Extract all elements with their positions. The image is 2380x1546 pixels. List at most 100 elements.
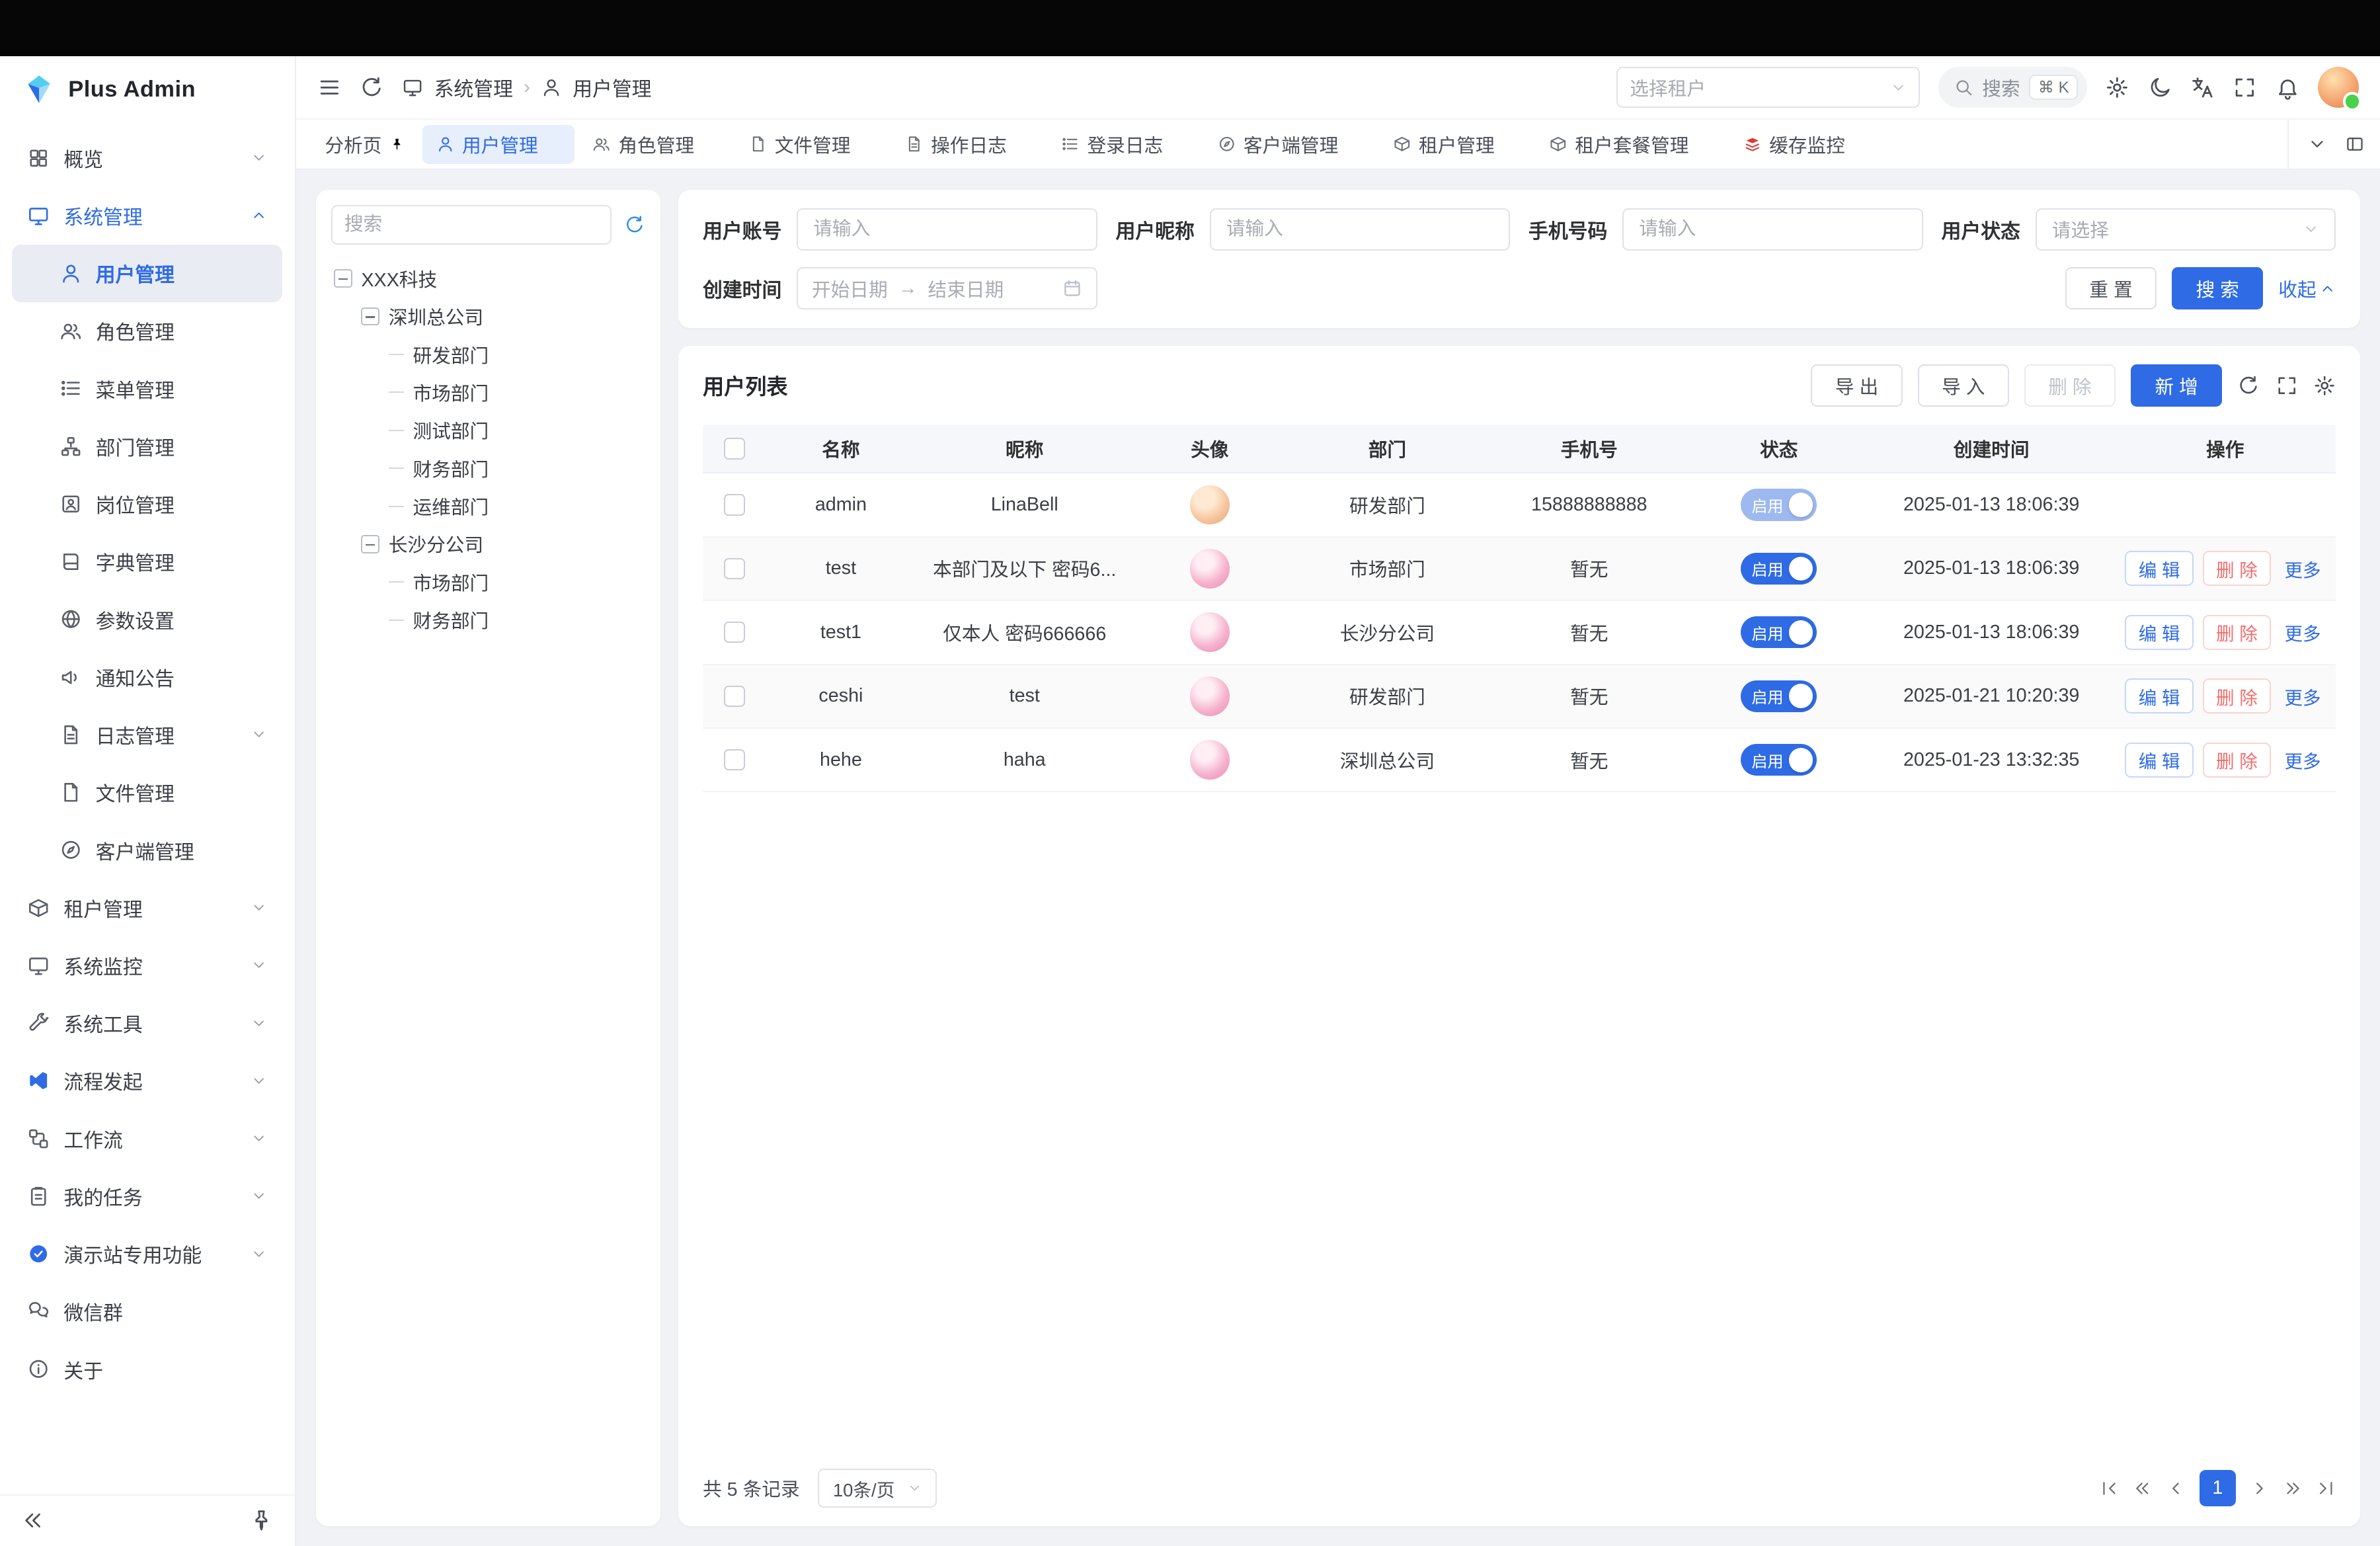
delete-button[interactable]: 删 除 — [2024, 364, 2116, 407]
status-toggle[interactable]: 启用 — [1741, 553, 1817, 585]
more-button[interactable]: 更多 — [2280, 551, 2325, 586]
close-icon[interactable] — [1502, 137, 1517, 152]
more-button[interactable]: 更多 — [2280, 678, 2325, 713]
tab-cache-monitor[interactable]: 缓存监控 — [1729, 125, 1882, 164]
close-icon[interactable] — [1346, 137, 1361, 152]
add-button[interactable]: 新 增 — [2131, 364, 2222, 407]
tree-node[interactable]: 市场部门 — [331, 563, 645, 601]
table-refresh-button[interactable] — [2237, 374, 2260, 397]
row-checkbox[interactable] — [724, 686, 745, 707]
notifications-button[interactable] — [2276, 75, 2300, 100]
global-search-button[interactable]: 搜索 ⌘ K — [1938, 67, 2087, 108]
close-icon[interactable] — [702, 137, 717, 152]
tab-analysis[interactable]: 分析页 — [311, 125, 418, 164]
tab-tenant-package-management[interactable]: 租户套餐管理 — [1536, 125, 1726, 164]
edit-button[interactable]: 编 辑 — [2125, 551, 2193, 586]
avatar[interactable] — [1190, 740, 1230, 780]
delete-row-button[interactable]: 删 除 — [2203, 743, 2271, 778]
tree-refresh-button[interactable] — [624, 214, 645, 235]
tree-expander-icon[interactable] — [361, 307, 379, 326]
edit-button[interactable]: 编 辑 — [2125, 678, 2193, 713]
tab-login-log[interactable]: 登录日志 — [1048, 125, 1200, 164]
sidebar-item-wechat-group[interactable]: 微信群 — [12, 1283, 282, 1340]
status-toggle[interactable]: 启用 — [1741, 616, 1817, 648]
first-page-button[interactable] — [2099, 1479, 2119, 1498]
tree-node[interactable]: 测试部门 — [331, 411, 645, 449]
tab-layout-button[interactable] — [2345, 134, 2365, 154]
language-button[interactable] — [2190, 75, 2215, 100]
dark-mode-button[interactable] — [2148, 75, 2172, 100]
row-checkbox[interactable] — [724, 622, 745, 643]
sidebar-item-workflow[interactable]: 工作流 — [12, 1110, 282, 1167]
fullscreen-button[interactable] — [2233, 75, 2257, 100]
delete-row-button[interactable]: 删 除 — [2203, 678, 2271, 713]
sidebar-item-system-management[interactable]: 系统管理 — [12, 186, 282, 244]
avatar[interactable] — [1190, 676, 1230, 716]
status-select[interactable]: 请选择 — [2036, 208, 2336, 251]
breadcrumb-level1[interactable]: 系统管理 — [434, 73, 513, 102]
status-toggle[interactable]: 启用 — [1741, 680, 1817, 712]
tab-list-dropdown-button[interactable] — [2307, 134, 2327, 154]
collapse-filter-link[interactable]: 收起 — [2278, 275, 2336, 302]
search-button[interactable]: 搜 索 — [2172, 267, 2263, 309]
avatar[interactable] — [1190, 549, 1230, 589]
close-icon[interactable] — [858, 137, 873, 152]
sidebar-item-menu-management[interactable]: 菜单管理 — [12, 360, 282, 417]
tree-search-input[interactable] — [331, 205, 612, 245]
delete-row-button[interactable]: 删 除 — [2203, 615, 2271, 650]
avatar[interactable] — [1190, 485, 1230, 525]
tree-node[interactable]: 市场部门 — [331, 374, 645, 411]
row-checkbox[interactable] — [724, 749, 745, 770]
tree-node[interactable]: 深圳总公司 — [331, 298, 645, 335]
page-size-select[interactable]: 10条/页 — [818, 1469, 937, 1508]
close-icon[interactable] — [1852, 137, 1868, 152]
table-settings-button[interactable] — [2313, 374, 2336, 397]
edit-button[interactable]: 编 辑 — [2125, 615, 2193, 650]
status-toggle[interactable]: 启用 — [1741, 744, 1817, 776]
reset-button[interactable]: 重 置 — [2065, 267, 2157, 309]
sidebar-item-dept-management[interactable]: 部门管理 — [12, 417, 282, 475]
nickname-input[interactable] — [1210, 208, 1511, 251]
next-page-button[interactable] — [2250, 1479, 2270, 1498]
sidebar-item-client-management[interactable]: 客户端管理 — [12, 821, 282, 879]
row-checkbox[interactable] — [724, 494, 745, 515]
pin-sidebar-button[interactable] — [249, 1508, 274, 1533]
tab-client-management[interactable]: 客户端管理 — [1204, 125, 1374, 164]
sidebar-item-user-management[interactable]: 用户管理 — [12, 245, 282, 302]
sidebar-item-file-management[interactable]: 文件管理 — [12, 764, 282, 821]
sidebar-item-tenant-management[interactable]: 租户管理 — [12, 879, 282, 936]
created-date-range-picker[interactable]: 开始日期 → 结束日期 — [797, 267, 1097, 309]
sidebar-item-log-management[interactable]: 日志管理 — [12, 706, 282, 763]
sidebar-item-overview[interactable]: 概览 — [12, 129, 282, 186]
export-button[interactable]: 导 出 — [1811, 364, 1902, 407]
tab-user-management[interactable]: 用户管理 — [422, 125, 575, 164]
tab-tenant-management[interactable]: 租户管理 — [1379, 125, 1531, 164]
collapse-sidebar-button[interactable] — [21, 1508, 46, 1533]
sidebar-item-process-start[interactable]: 流程发起 — [12, 1052, 282, 1110]
tree-expander-icon[interactable] — [334, 269, 352, 288]
import-button[interactable]: 导 入 — [1918, 364, 2009, 407]
row-checkbox[interactable] — [724, 558, 745, 579]
tab-operation-log[interactable]: 操作日志 — [891, 125, 1043, 164]
refresh-page-button[interactable] — [360, 75, 384, 100]
sidebar-item-dict-management[interactable]: 字典管理 — [12, 533, 282, 590]
prev-page-button[interactable] — [2166, 1479, 2186, 1498]
sidebar-item-role-management[interactable]: 角色管理 — [12, 302, 282, 360]
sidebar-item-notice[interactable]: 通知公告 — [12, 648, 282, 706]
breadcrumb-level2[interactable]: 用户管理 — [573, 73, 651, 102]
phone-input[interactable] — [1622, 208, 1923, 251]
tree-node[interactable]: 研发部门 — [331, 335, 645, 373]
next-fast-button[interactable] — [2283, 1479, 2303, 1498]
tenant-select[interactable]: 选择租户 — [1616, 67, 1920, 108]
close-icon[interactable] — [545, 137, 561, 152]
sidebar-item-system-monitor[interactable]: 系统监控 — [12, 936, 282, 994]
tree-node[interactable]: 财务部门 — [331, 601, 645, 639]
sidebar-toggle-button[interactable] — [317, 75, 342, 100]
sidebar-item-my-tasks[interactable]: 我的任务 — [12, 1167, 282, 1225]
avatar[interactable] — [1190, 612, 1230, 652]
tree-node[interactable]: 财务部门 — [331, 450, 645, 487]
current-page[interactable]: 1 — [2200, 1470, 2236, 1506]
sidebar-item-param-settings[interactable]: 参数设置 — [12, 590, 282, 648]
tree-expander-icon[interactable] — [361, 535, 379, 553]
status-toggle[interactable]: 启用 — [1741, 489, 1817, 520]
